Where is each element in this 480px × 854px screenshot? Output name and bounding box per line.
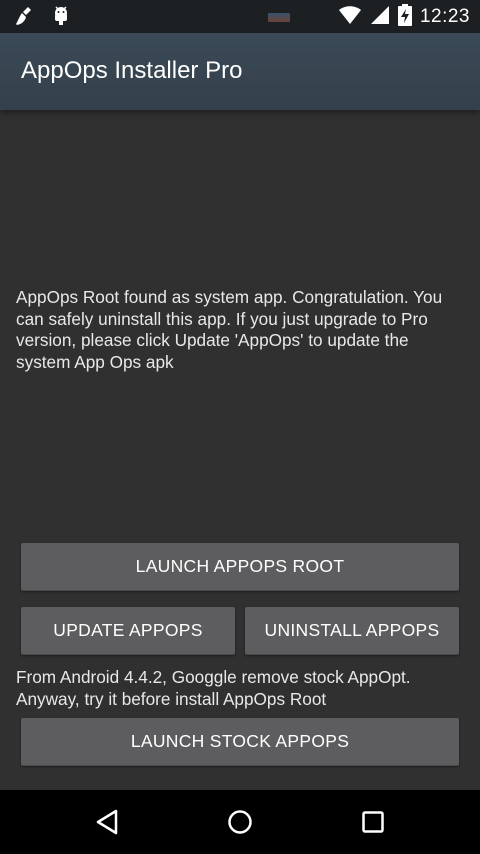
app-title: AppOps Installer Pro (21, 57, 243, 84)
status-bar: 12:23 (0, 0, 480, 33)
status-time: 12:23 (419, 6, 470, 27)
wifi-icon (338, 5, 362, 30)
recents-icon[interactable] (353, 804, 393, 840)
update-appops-button[interactable]: UPDATE APPOPS (21, 607, 235, 655)
app-bar: AppOps Installer Pro (0, 33, 480, 110)
launch-stock-appops-button[interactable]: LAUNCH STOCK APPOPS (21, 718, 459, 766)
back-icon[interactable] (87, 804, 127, 840)
status-left-icons (14, 5, 72, 32)
status-message: AppOps Root found as system app. Congrat… (16, 287, 443, 372)
uninstall-appops-button[interactable]: UNINSTALL APPOPS (245, 607, 459, 655)
battery-charging-icon (397, 3, 412, 31)
signal-icon (370, 5, 390, 30)
android-version-note: From Android 4.4.2, Googgle remove stock… (16, 667, 411, 709)
status-right-icons: 12:23 (338, 3, 470, 31)
launch-appops-root-button[interactable]: LAUNCH APPOPS ROOT (21, 543, 459, 591)
home-icon[interactable] (220, 804, 260, 840)
broom-icon (14, 5, 36, 32)
android-bug-icon (50, 5, 72, 32)
navigation-bar (0, 790, 480, 854)
notification-thumbnail-icon (268, 13, 290, 22)
